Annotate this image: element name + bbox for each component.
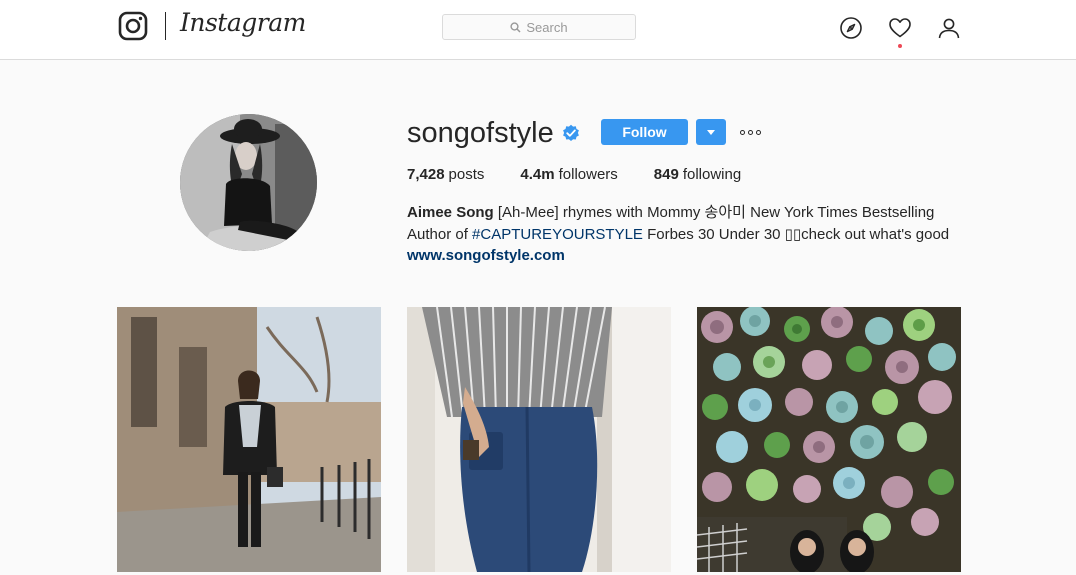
- striped-shirt-jeans-photo: [407, 307, 671, 572]
- heart-icon: [889, 18, 911, 38]
- bio-hashtag-link[interactable]: #CAPTUREYOURSTYLE: [472, 226, 643, 243]
- followers-count: 4.4m: [520, 166, 555, 183]
- profile-username: songofstyle: [407, 117, 554, 149]
- posts-count-stat: 7,428 posts: [407, 166, 484, 183]
- profile-bio: Aimee Song [Ah-Mee] rhymes with Mommy 송아…: [407, 202, 977, 267]
- profile-button[interactable]: [937, 16, 961, 40]
- logo-divider: [165, 12, 166, 40]
- search-input[interactable]: Search: [442, 14, 636, 40]
- succulents-photo: [697, 307, 961, 572]
- more-options-button[interactable]: [740, 126, 761, 138]
- followers-label: followers: [558, 166, 618, 183]
- profile-avatar[interactable]: [180, 114, 317, 251]
- following-count-stat[interactable]: 849 following: [654, 166, 741, 183]
- profile-full-name: Aimee Song: [407, 204, 494, 221]
- ellipsis-dot-icon: [756, 129, 761, 135]
- bio-text-2: Author of: [407, 225, 473, 243]
- bio-line-2: Author of #CAPTUREYOURSTYLE Forbes 30 Un…: [407, 224, 977, 246]
- instagram-glyph-icon[interactable]: [118, 11, 148, 41]
- suggested-accounts-dropdown-button[interactable]: [696, 119, 726, 145]
- street-style-photo: [117, 307, 381, 572]
- explore-button[interactable]: [839, 16, 863, 40]
- verified-badge-icon: [562, 124, 579, 141]
- bio-text-3: Forbes 30 Under 30 ▯▯check out what's go…: [642, 225, 950, 243]
- bio-text-1: [Ah-Mee] rhymes with Mommy 송아미 New York …: [493, 204, 935, 221]
- top-navigation: Instagram Search: [0, 0, 1076, 60]
- user-icon: [938, 18, 960, 39]
- ellipsis-dot-icon: [748, 129, 753, 135]
- avatar-photo: [180, 114, 317, 251]
- instagram-wordmark[interactable]: Instagram: [180, 8, 306, 37]
- caret-down-icon: [707, 129, 715, 135]
- profile-stats: 7,428 posts 4.4m followers 849 following: [407, 166, 741, 183]
- following-count: 849: [653, 166, 679, 183]
- username-row: songofstyle: [407, 114, 580, 152]
- post-thumbnail-succulents[interactable]: [697, 307, 961, 572]
- search-placeholder: Search: [526, 19, 568, 35]
- search-icon: [510, 21, 521, 33]
- followers-count-stat[interactable]: 4.4m followers: [520, 166, 617, 183]
- posts-count: 7,428: [407, 166, 445, 183]
- compass-icon: [840, 17, 862, 39]
- bio-line-1: Aimee Song [Ah-Mee] rhymes with Mommy 송아…: [407, 202, 977, 224]
- post-thumbnail-street-style[interactable]: [117, 307, 381, 572]
- post-thumbnail-striped-shirt[interactable]: [407, 307, 671, 572]
- profile-website-link[interactable]: www.songofstyle.com: [407, 245, 977, 267]
- activity-button[interactable]: [888, 16, 912, 40]
- posts-label: posts: [448, 166, 485, 183]
- following-label: following: [682, 166, 742, 183]
- ellipsis-dot-icon: [740, 129, 745, 135]
- activity-notification-dot: [898, 44, 902, 48]
- follow-button[interactable]: Follow: [601, 119, 688, 145]
